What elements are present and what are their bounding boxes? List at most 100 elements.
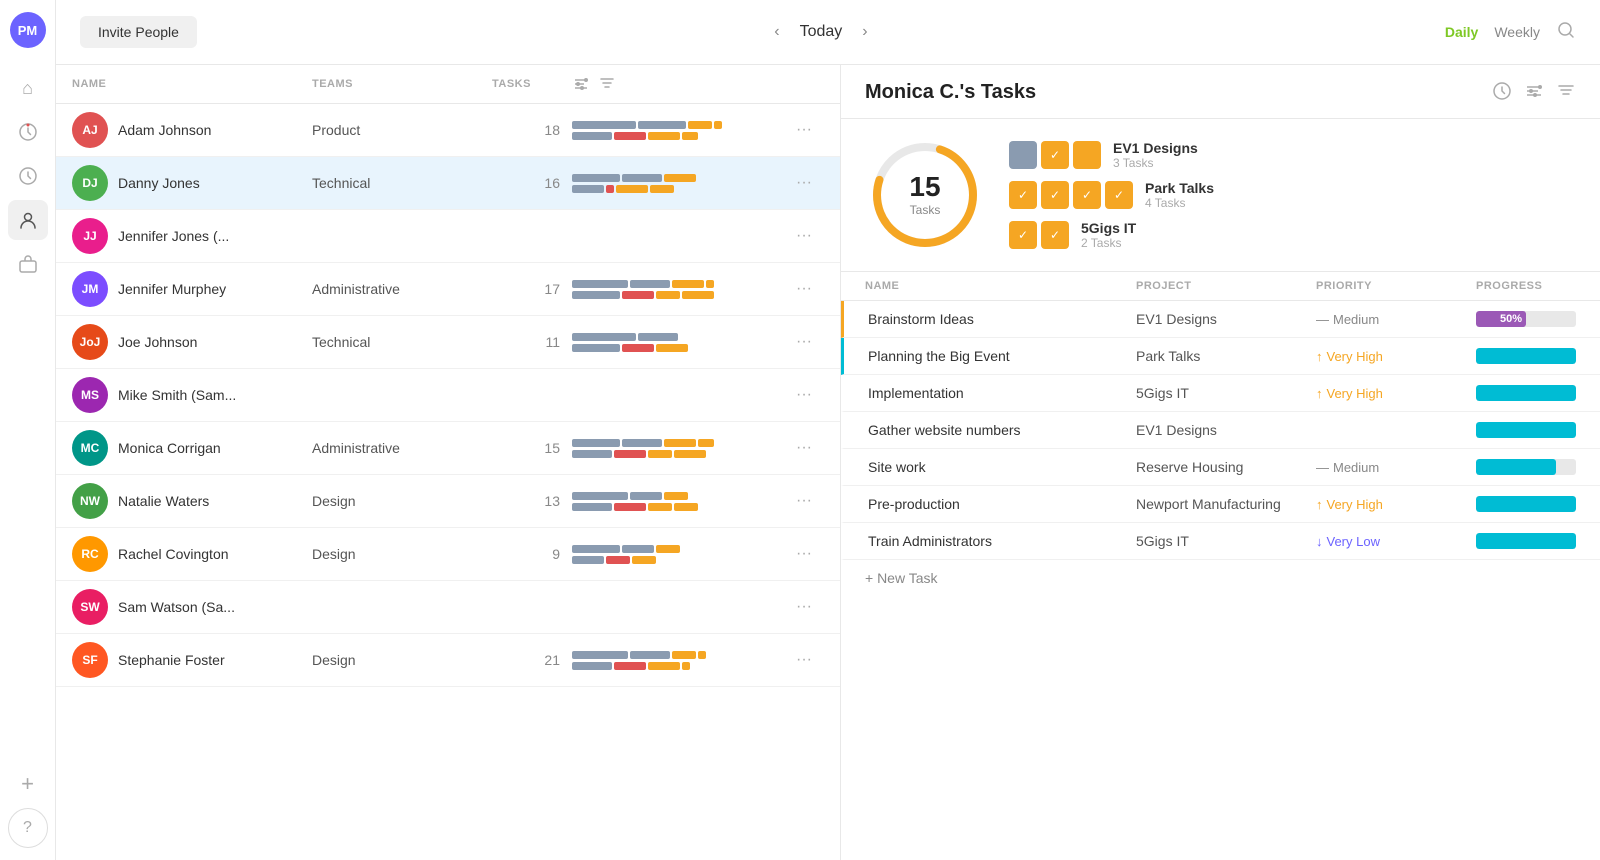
task-row[interactable]: Site work Reserve Housing — Medium xyxy=(841,449,1600,486)
sidebar-item-time[interactable] xyxy=(8,156,48,196)
check-box[interactable]: ✓ xyxy=(1009,221,1037,249)
avatar: SW xyxy=(72,589,108,625)
table-row[interactable]: SW Sam Watson (Sa... ··· xyxy=(56,581,840,634)
avatar: MS xyxy=(72,377,108,413)
project-tasks-count: 2 Tasks xyxy=(1081,236,1136,250)
tasks-filter-icon[interactable] xyxy=(1556,81,1576,106)
priority-cell: — Medium xyxy=(1316,460,1476,475)
table-row[interactable]: MC Monica Corrigan Administrative 15 ··· xyxy=(56,422,840,475)
project-name: EV1 Designs xyxy=(1113,140,1198,156)
avatar: DJ xyxy=(72,165,108,201)
task-count: 11 xyxy=(492,334,572,350)
task-bars-cell xyxy=(572,121,784,140)
more-options-button[interactable]: ··· xyxy=(784,439,824,457)
table-row[interactable]: AJ Adam Johnson Product 18 ··· xyxy=(56,104,840,157)
person-name: Monica Corrigan xyxy=(118,440,221,456)
col-tasks: TASKS xyxy=(492,78,572,90)
tcol-priority: PRIORITY xyxy=(1316,280,1476,292)
person-cell: JJ Jennifer Jones (... xyxy=(72,218,312,254)
priority-cell: — Medium xyxy=(1316,312,1476,327)
person-name: Sam Watson (Sa... xyxy=(118,599,235,615)
task-row[interactable]: Implementation 5Gigs IT ↑ Very High xyxy=(841,375,1600,412)
person-cell: DJ Danny Jones xyxy=(72,165,312,201)
avatar: NW xyxy=(72,483,108,519)
task-name: Train Administrators xyxy=(868,533,1136,549)
tcol-name: NAME xyxy=(865,280,1136,292)
more-options-button[interactable]: ··· xyxy=(784,280,824,298)
check-box[interactable] xyxy=(1009,141,1037,169)
sidebar-item-help[interactable]: ? xyxy=(8,808,48,848)
clock-icon[interactable] xyxy=(1492,81,1512,106)
more-options-button[interactable]: ··· xyxy=(784,386,824,404)
task-row[interactable]: Train Administrators 5Gigs IT ↓ Very Low xyxy=(841,523,1600,560)
search-icon[interactable] xyxy=(1556,20,1576,45)
progress-cell xyxy=(1476,459,1576,475)
task-project: 5Gigs IT xyxy=(1136,533,1316,549)
table-row[interactable]: NW Natalie Waters Design 13 ··· xyxy=(56,475,840,528)
sidebar-item-people[interactable] xyxy=(8,200,48,240)
more-options-button[interactable]: ··· xyxy=(784,598,824,616)
check-box[interactable]: ✓ xyxy=(1041,141,1069,169)
more-options-button[interactable]: ··· xyxy=(784,227,824,245)
task-project: Reserve Housing xyxy=(1136,459,1316,475)
tcol-progress: PROGRESS xyxy=(1476,280,1576,292)
priority-arrow-icon: ↑ xyxy=(1316,386,1323,401)
check-box[interactable] xyxy=(1073,141,1101,169)
person-cell: JM Jennifer Murphey xyxy=(72,271,312,307)
team-name: Product xyxy=(312,122,492,138)
more-options-button[interactable]: ··· xyxy=(784,121,824,139)
task-name: Pre-production xyxy=(868,496,1136,512)
next-day-button[interactable]: › xyxy=(854,19,875,45)
sidebar-item-activity[interactable] xyxy=(8,112,48,152)
invite-people-button[interactable]: Invite People xyxy=(80,16,197,48)
more-options-button[interactable]: ··· xyxy=(784,545,824,563)
more-options-button[interactable]: ··· xyxy=(784,492,824,510)
person-cell: MS Mike Smith (Sam... xyxy=(72,377,312,413)
new-task-button[interactable]: + New Task xyxy=(841,560,1600,596)
table-row[interactable]: DJ Danny Jones Technical 16 ··· xyxy=(56,157,840,210)
team-name: Design xyxy=(312,546,492,562)
check-box[interactable]: ✓ xyxy=(1105,181,1133,209)
person-cell: SW Sam Watson (Sa... xyxy=(72,589,312,625)
sidebar-item-home[interactable]: ⌂ xyxy=(8,68,48,108)
table-row[interactable]: MS Mike Smith (Sam... ··· xyxy=(56,369,840,422)
table-row[interactable]: SF Stephanie Foster Design 21 ··· xyxy=(56,634,840,687)
table-row[interactable]: JM Jennifer Murphey Administrative 17 ··… xyxy=(56,263,840,316)
table-row[interactable]: JoJ Joe Johnson Technical 11 ··· xyxy=(56,316,840,369)
check-box[interactable]: ✓ xyxy=(1041,181,1069,209)
avatar: MC xyxy=(72,430,108,466)
check-box[interactable]: ✓ xyxy=(1073,181,1101,209)
task-row[interactable]: Pre-production Newport Manufacturing ↑ V… xyxy=(841,486,1600,523)
avatar: JM xyxy=(72,271,108,307)
table-filter-icons[interactable] xyxy=(572,75,784,93)
table-row[interactable]: JJ Jennifer Jones (... ··· xyxy=(56,210,840,263)
task-row[interactable]: Planning the Big Event Park Talks ↑ Very… xyxy=(841,338,1600,375)
daily-view-button[interactable]: Daily xyxy=(1445,24,1478,40)
check-box[interactable]: ✓ xyxy=(1009,181,1037,209)
task-name: Site work xyxy=(868,459,1136,475)
check-box[interactable]: ✓ xyxy=(1041,221,1069,249)
person-name: Natalie Waters xyxy=(118,493,209,509)
person-name: Stephanie Foster xyxy=(118,652,225,668)
sidebar-item-add[interactable]: + xyxy=(8,764,48,804)
task-bars-cell xyxy=(572,280,784,299)
project-info: 5Gigs IT 2 Tasks xyxy=(1081,220,1136,250)
priority-arrow-down-icon: ↓ xyxy=(1316,534,1323,549)
project-card: ✓✓ 5Gigs IT 2 Tasks xyxy=(1009,220,1576,250)
col-name: NAME xyxy=(72,78,312,90)
table-row[interactable]: RC Rachel Covington Design 9 ··· xyxy=(56,528,840,581)
tasks-total-count: 15 xyxy=(909,173,940,201)
more-options-button[interactable]: ··· xyxy=(784,174,824,192)
task-count: 17 xyxy=(492,281,572,297)
priority-dash-icon: — xyxy=(1316,312,1329,327)
sidebar-item-briefcase[interactable] xyxy=(8,244,48,284)
task-row[interactable]: Gather website numbers EV1 Designs xyxy=(841,412,1600,449)
prev-day-button[interactable]: ‹ xyxy=(766,19,787,45)
filter-settings-icon[interactable] xyxy=(1524,81,1544,106)
avatar: RC xyxy=(72,536,108,572)
more-options-button[interactable]: ··· xyxy=(784,651,824,669)
weekly-view-button[interactable]: Weekly xyxy=(1494,24,1540,40)
tcol-project: PROJECT xyxy=(1136,280,1316,292)
more-options-button[interactable]: ··· xyxy=(784,333,824,351)
task-row[interactable]: Brainstorm Ideas EV1 Designs — Medium 50… xyxy=(841,301,1600,338)
